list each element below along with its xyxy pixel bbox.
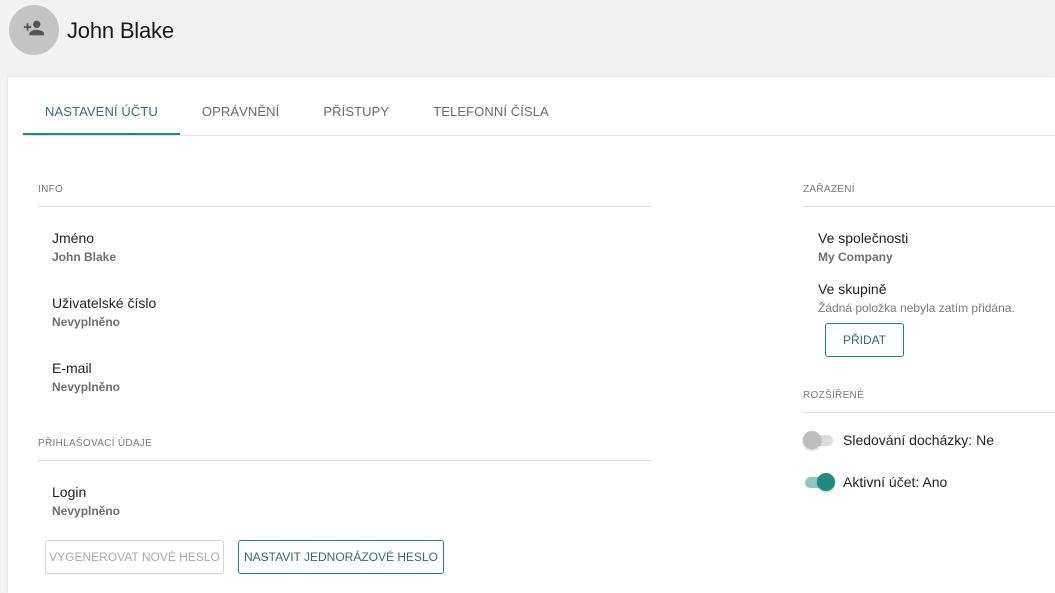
assignment-divider: [803, 206, 1055, 207]
name-label: Jméno: [52, 230, 95, 246]
page-header: John Blake: [0, 0, 1055, 77]
company-label: Ve společnosti: [818, 230, 909, 246]
tab-access[interactable]: PŘÍSTUPY: [301, 91, 411, 135]
login-divider: [38, 460, 651, 461]
attendance-label: Sledování docházky: Ne: [843, 432, 994, 448]
active-account-label: Aktivní účet: Ano: [843, 474, 948, 490]
tabs-divider: [23, 135, 1055, 136]
email-value: Nevyplněno: [52, 380, 121, 394]
avatar[interactable]: [9, 5, 59, 55]
group-label: Ve skupině: [818, 281, 887, 297]
login-value: Nevyplněno: [52, 504, 121, 518]
extended-section-title: ROZŠÍŘENÉ: [803, 390, 865, 401]
name-value: John Blake: [52, 250, 117, 264]
toggle-knob: [817, 473, 835, 491]
tab-permissions[interactable]: OPRÁVNĚNÍ: [180, 91, 301, 135]
extended-divider: [803, 412, 1055, 413]
tab-bar: NASTAVENÍ ÚČTU OPRÁVNĚNÍ PŘÍSTUPY TELEFO…: [23, 91, 571, 135]
user-number-label: Uživatelské číslo: [52, 295, 157, 311]
active-account-toggle[interactable]: [803, 472, 835, 492]
info-section-title: INFO: [38, 184, 64, 195]
info-divider: [38, 206, 651, 207]
account-card: NASTAVENÍ ÚČTU OPRÁVNĚNÍ PŘÍSTUPY TELEFO…: [8, 77, 1055, 593]
tab-account-settings[interactable]: NASTAVENÍ ÚČTU: [23, 91, 180, 135]
email-label: E-mail: [52, 360, 92, 376]
group-value: Žádná položka nebyla zatím přidána.: [818, 301, 1015, 315]
user-number-value: Nevyplněno: [52, 315, 121, 329]
person-add-icon: [23, 17, 45, 44]
assignment-section-title: ZAŘAZENÍ: [803, 184, 855, 195]
generate-password-button[interactable]: VYGENEROVAT NOVÉ HESLO: [45, 540, 224, 574]
set-one-time-password-button[interactable]: NASTAVIT JEDNORÁZOVÉ HESLO: [238, 540, 444, 574]
company-value: My Company: [818, 250, 893, 264]
tab-phone-numbers[interactable]: TELEFONNÍ ČÍSLA: [411, 91, 571, 135]
add-group-button[interactable]: PŘIDAT: [825, 323, 904, 357]
login-section-title: PŘIHLAŠOVACÍ ÚDAJE: [38, 438, 153, 449]
attendance-toggle[interactable]: [803, 430, 835, 450]
toggle-knob: [803, 431, 821, 449]
login-label: Login: [52, 484, 87, 500]
page-title: John Blake: [67, 18, 174, 43]
